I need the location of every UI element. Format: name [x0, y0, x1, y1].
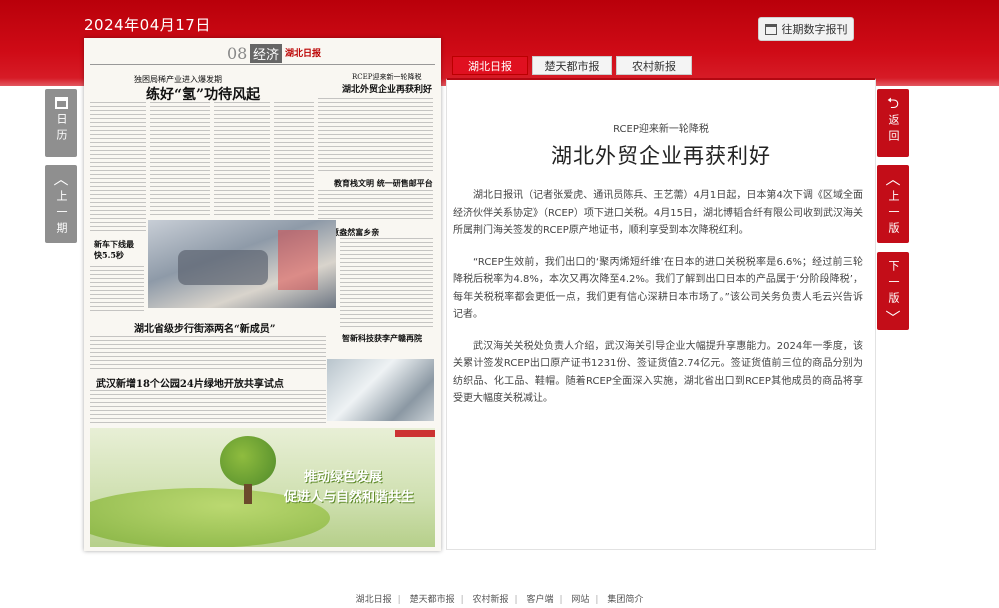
headline-tech[interactable]: 智新科技获李产赣再院 — [342, 333, 422, 344]
tree-trunk-graphic — [244, 484, 252, 504]
footer-link-rural-news[interactable]: 农村新报 — [473, 595, 509, 605]
archive-button[interactable]: 往期数字报刊 — [758, 17, 854, 41]
footer-link-chutian[interactable]: 楚天都市报 — [410, 595, 455, 605]
article-paragraph: “RCEP生效前，我们出口的‘聚丙烯短纤维’在日本的进口关税税率是6.6%；经过… — [453, 256, 863, 321]
article-paragraph: 武汉海关关税处负责人介绍，武汉海关引导企业大幅提升享惠能力。2024年一季度，该… — [453, 340, 863, 405]
headline-platform[interactable]: 教育栈文明 统一研售邮平台 — [334, 178, 433, 189]
footer-link-about[interactable]: 集团简介 — [607, 595, 643, 605]
footer-link-app[interactable]: 客户端 — [526, 595, 553, 605]
prev-issue-label: 上一期 — [55, 190, 68, 238]
headline-hydrogen[interactable]: 练好“氢”功待风起 — [146, 84, 260, 104]
green-development-ad: 推动绿色发展 促进人与自然和谐共生 — [90, 428, 435, 547]
chevron-down-icon: ﹀ — [885, 309, 901, 327]
archive-button-label: 往期数字报刊 — [781, 23, 848, 36]
calendar-icon — [764, 23, 777, 35]
ad-slogan-2: 促进人与自然和谐共生 — [284, 490, 415, 505]
prev-page-label: 上一版 — [887, 190, 900, 238]
article-text-block — [274, 102, 314, 218]
article-text-block — [214, 102, 270, 218]
headline-rcep-kicker[interactable]: RCEP迎来新一轮降税 — [352, 72, 421, 82]
factory-photo — [148, 220, 336, 308]
calendar-label: 日历 — [55, 113, 68, 145]
article-body: 湖北日报讯（记者张爱虎、通讯员陈兵、王艺薷）4月1日起，日本第4次下调《区域全面… — [453, 187, 863, 422]
headline-rcep[interactable]: 湖北外贸企业再获利好 — [342, 82, 432, 95]
prev-issue-button[interactable]: ︿ 上一期 — [45, 165, 77, 243]
article-text-block — [90, 390, 326, 424]
article-title: 湖北外贸企业再获利好 — [551, 144, 771, 168]
tree-graphic — [220, 436, 276, 486]
headline-new-car[interactable]: 新车下线最快5.5秒 — [94, 239, 138, 261]
article-text-block — [340, 238, 433, 328]
next-page-label: 下一版 — [887, 260, 900, 308]
article-text-block — [150, 102, 210, 218]
newspaper-tabs: 湖北日报 楚天都市报 农村新报 — [452, 56, 692, 75]
tab-hubei-daily[interactable]: 湖北日报 — [452, 56, 528, 75]
calendar-button[interactable]: 日历 — [45, 89, 77, 157]
tab-rural-news[interactable]: 农村新报 — [616, 56, 692, 75]
back-button[interactable]: ⮌ 返回 — [877, 89, 909, 157]
article-panel: RCEP迎来新一轮降税 湖北外贸企业再获利好 湖北日报讯（记者张爱虎、通讯员陈兵… — [446, 78, 876, 550]
prev-page-button[interactable]: ︿ 上一版 — [877, 165, 909, 243]
newspaper-page-image[interactable]: 08 经济 湖北日报 独困局稀产业进入爆发期 练好“氢”功待风起 RCEP迎来新… — [84, 38, 441, 551]
calendar-icon — [54, 97, 68, 109]
footer-link-hubei-daily[interactable]: 湖北日报 — [356, 595, 392, 605]
return-arrow-icon: ⮌ — [886, 94, 899, 112]
headline-pedestrian-street[interactable]: 湖北省级步行街添两名“新成员” — [134, 320, 276, 335]
article-text-block — [90, 102, 146, 232]
article-text-block — [90, 266, 144, 311]
issue-date: 2024年04月17日 — [84, 16, 211, 34]
chevron-up-icon: ︿ — [885, 170, 901, 188]
page-number: 08 — [227, 44, 248, 63]
tab-chutian-metropolis[interactable]: 楚天都市报 — [532, 56, 612, 75]
ad-tag — [395, 430, 435, 437]
footer-link-website[interactable]: 网站 — [571, 595, 589, 605]
ad-slogan-1: 推动绿色发展 — [304, 470, 383, 485]
page-section: 经济 — [250, 44, 283, 63]
next-page-button[interactable]: 下一版 ﹀ — [877, 252, 909, 330]
tech-photo — [327, 359, 434, 421]
back-label: 返回 — [887, 114, 900, 146]
article-text-block — [90, 336, 326, 370]
page-header: 08 经济 湖北日报 — [90, 42, 435, 65]
article-paragraph: 湖北日报讯（记者张爱虎、通讯员陈兵、王艺薷）4月1日起，日本第4次下调《区域全面… — [453, 190, 863, 236]
chevron-up-icon: ︿ — [53, 170, 69, 188]
article-kicker: RCEP迎来新一轮降税 — [613, 124, 709, 135]
headline-wuhan-parks[interactable]: 武汉新增18个公园24片绿地开放共享试点 — [96, 375, 284, 390]
masthead-logo: 湖北日报 — [285, 49, 322, 59]
article-text-block — [318, 98, 433, 174]
footer-links: 湖北日报 | 楚天都市报 | 农村新报 | 客户端 | 网站 | 集团简介 — [355, 595, 644, 605]
article-text-block — [318, 190, 433, 222]
